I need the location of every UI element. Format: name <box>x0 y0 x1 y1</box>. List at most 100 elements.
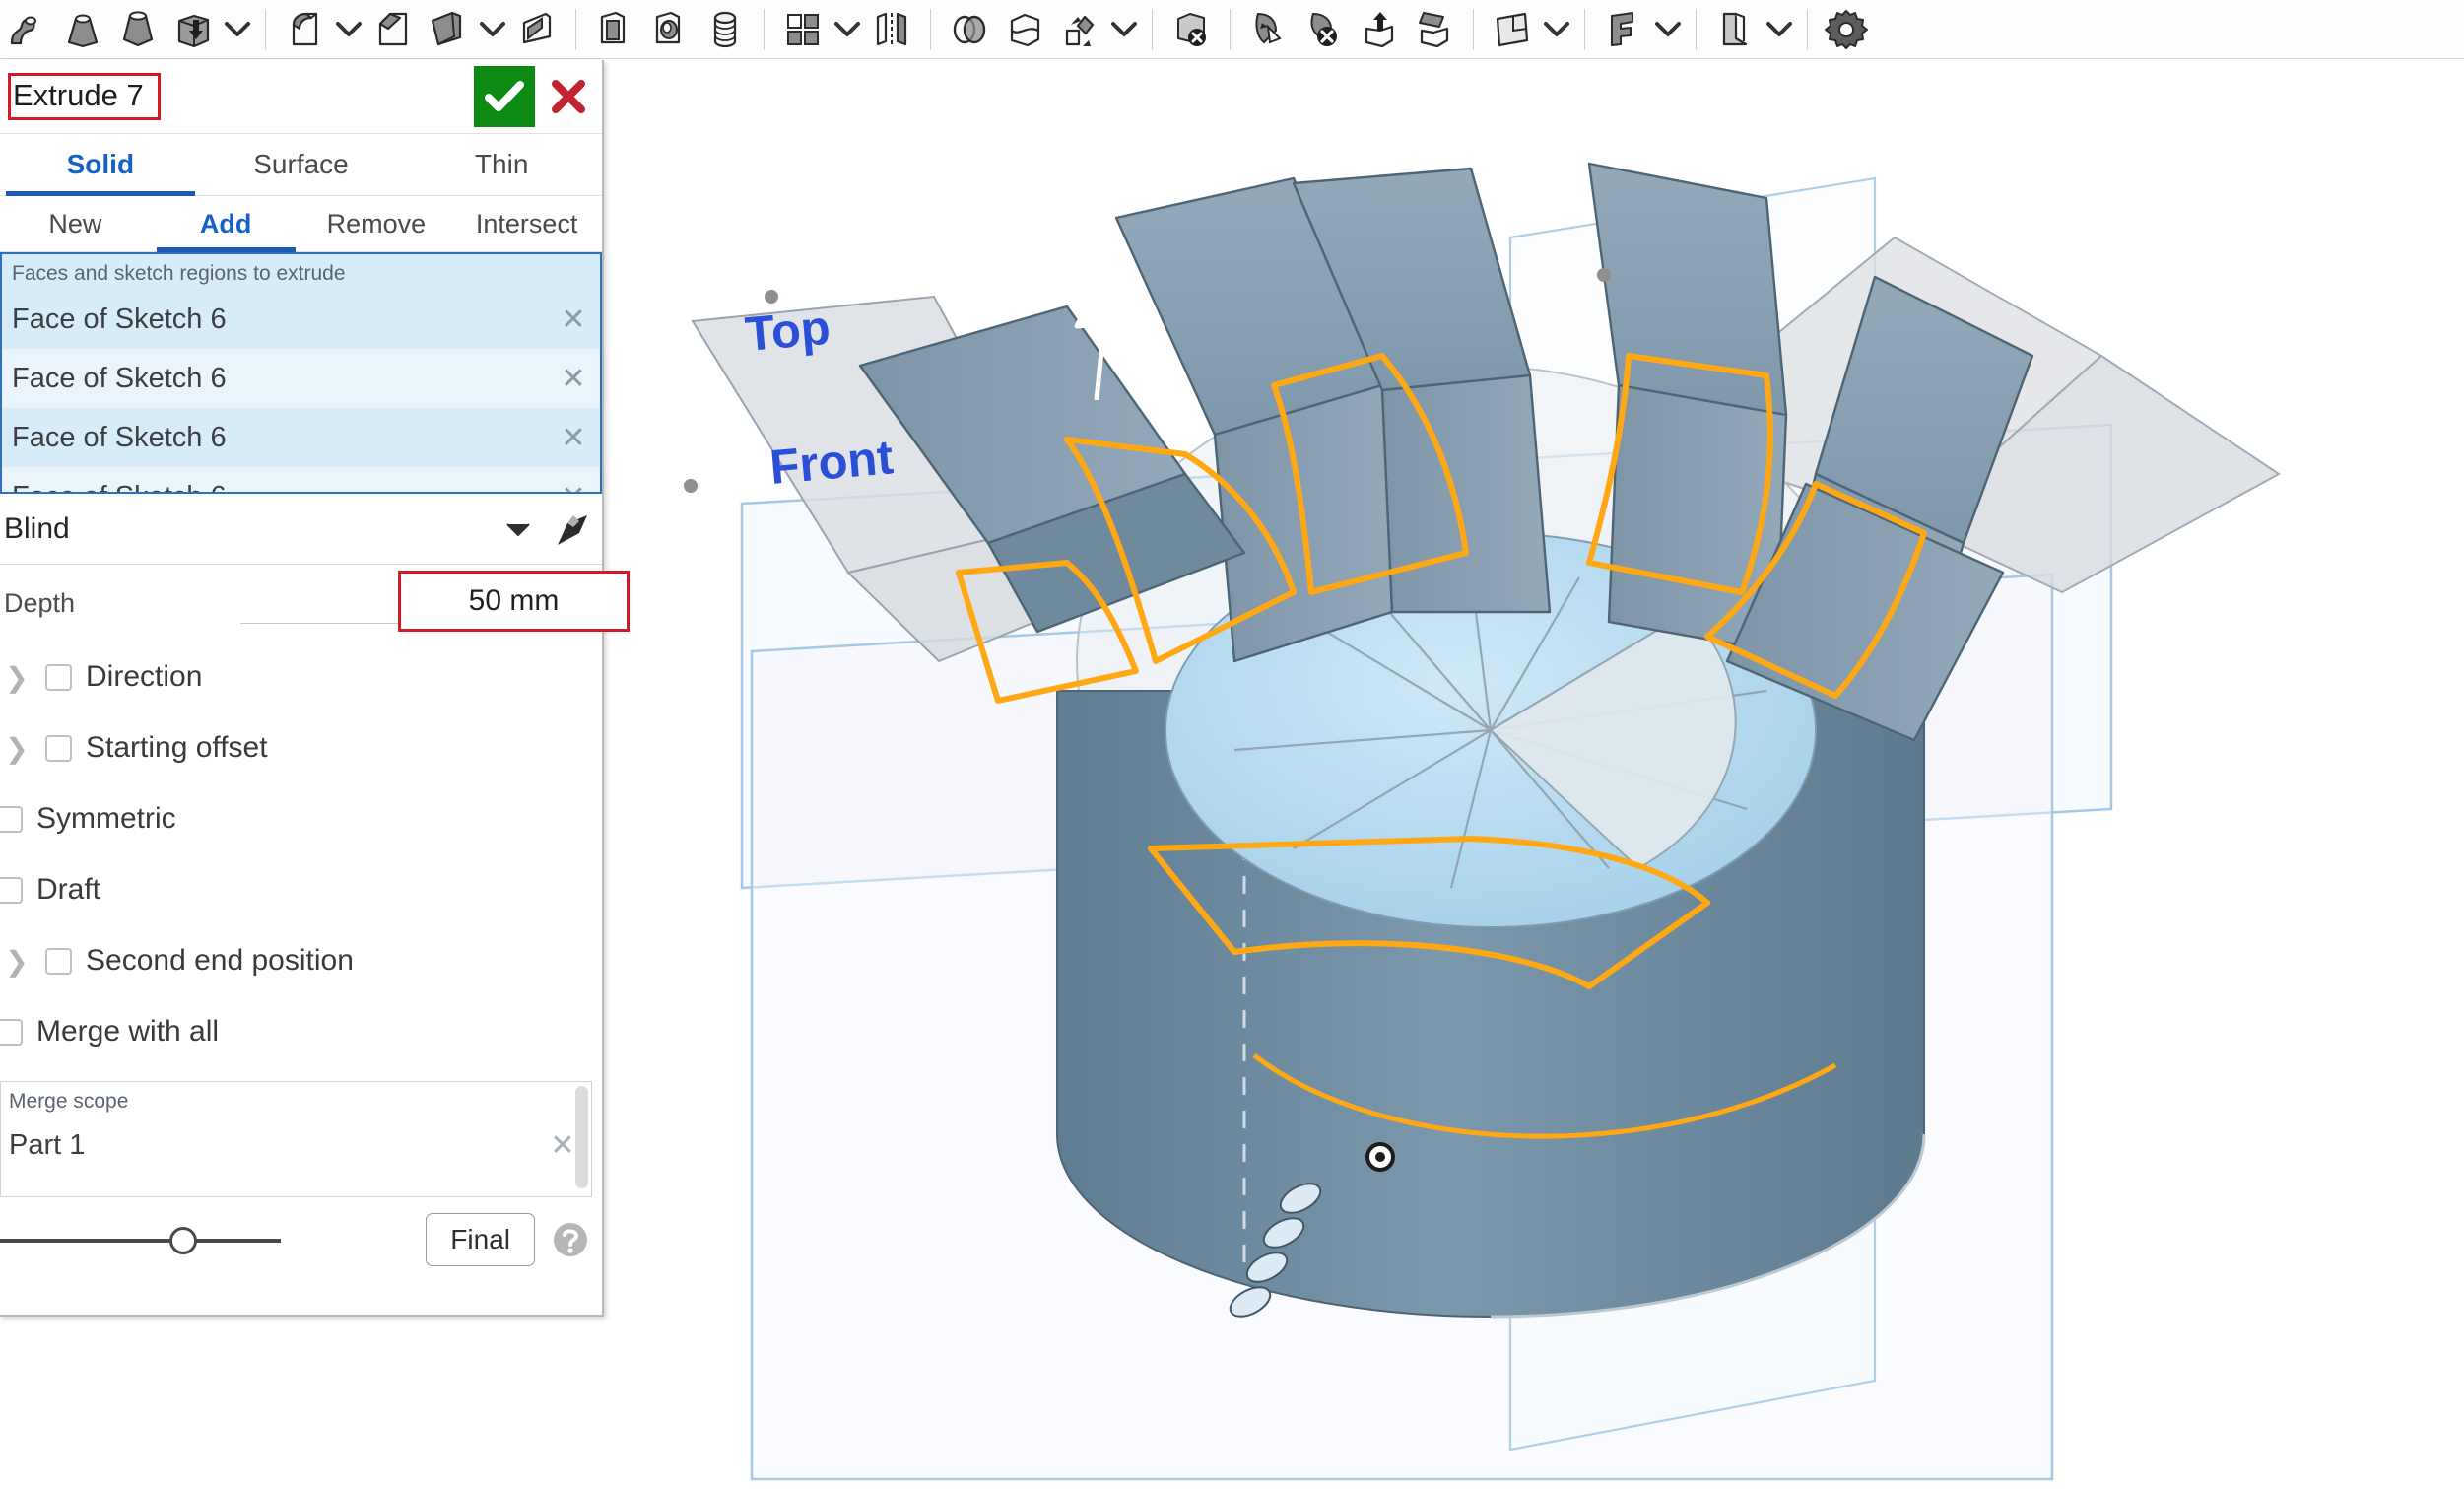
pattern-icon[interactable] <box>775 2 831 57</box>
second-end-position-checkbox[interactable] <box>45 947 72 975</box>
draft-icon[interactable] <box>421 2 476 57</box>
toolbar-divider <box>1807 8 1808 50</box>
merge-scope-panel[interactable]: Merge scope Part 1 ✕ <box>0 1081 592 1197</box>
plane-label-front[interactable]: Front <box>767 431 895 495</box>
mirror-icon[interactable] <box>864 2 919 57</box>
starting-offset-checkbox[interactable] <box>45 734 72 762</box>
end-condition-row[interactable]: Blind <box>0 494 602 565</box>
chevron-right-icon[interactable]: ❯ <box>2 712 32 783</box>
final-quality-button[interactable]: Final <box>426 1213 535 1266</box>
close-icon[interactable]: ✕ <box>559 303 588 337</box>
merge-with-all-checkbox[interactable] <box>0 1018 23 1046</box>
merge-scope-item[interactable]: Part 1 ✕ <box>1 1116 591 1175</box>
option-label: Symmetric <box>36 802 176 835</box>
chevron-down-icon[interactable] <box>1651 2 1685 57</box>
option-label: Second end position <box>86 944 354 977</box>
sweep-icon[interactable] <box>0 2 55 57</box>
chevron-right-icon[interactable]: ❯ <box>2 925 32 996</box>
tab-thin[interactable]: Thin <box>401 134 602 195</box>
option-symmetric[interactable]: Symmetric <box>0 783 602 854</box>
plane-label-top[interactable]: Top <box>743 302 832 362</box>
3d-viewport[interactable]: Top Front <box>604 60 2464 1489</box>
plane-icon[interactable] <box>1485 2 1540 57</box>
hole-icon[interactable] <box>642 2 698 57</box>
option-starting-offset[interactable]: ❯ Starting offset <box>0 712 602 783</box>
chevron-down-icon[interactable] <box>1107 2 1141 57</box>
close-icon[interactable]: ✕ <box>559 421 588 455</box>
fillet-icon[interactable] <box>277 2 332 57</box>
chevron-down-icon[interactable] <box>496 520 541 538</box>
select-direction-icon[interactable] <box>541 508 602 551</box>
transform-icon[interactable] <box>1052 2 1107 57</box>
tab-remove[interactable]: Remove <box>301 196 452 251</box>
selection-item-label: Face of Sketch 6 <box>12 481 559 493</box>
tab-new[interactable]: New <box>0 196 151 251</box>
selection-item-label: Face of Sketch 6 <box>12 421 227 453</box>
depth-input[interactable] <box>398 571 630 632</box>
toolbar-divider <box>265 8 266 50</box>
chevron-down-icon[interactable] <box>332 2 366 57</box>
enclose-icon[interactable] <box>1407 2 1462 57</box>
rib-icon[interactable] <box>509 2 565 57</box>
x-icon <box>552 80 585 113</box>
settings-gear-icon[interactable] <box>1819 2 1874 57</box>
selection-item[interactable]: Face of Sketch 6 ✕ <box>2 467 600 493</box>
chamfer-icon[interactable] <box>366 2 421 57</box>
thread-icon[interactable] <box>698 2 753 57</box>
tab-solid[interactable]: Solid <box>0 134 201 196</box>
split-icon[interactable] <box>997 2 1052 57</box>
option-draft[interactable]: Draft <box>0 854 602 925</box>
chevron-right-icon[interactable]: ❯ <box>2 642 32 712</box>
confirm-button[interactable] <box>474 66 535 127</box>
extrude-down-icon[interactable] <box>166 2 221 57</box>
toolbar-divider <box>1473 8 1474 50</box>
merge-scope-scrollbar[interactable] <box>575 1086 588 1188</box>
close-icon[interactable]: ✕ <box>548 1128 577 1163</box>
direction-checkbox[interactable] <box>45 663 72 691</box>
loft-icon[interactable] <box>55 2 110 57</box>
sheet-metal-icon[interactable] <box>1707 2 1763 57</box>
onshape-window: Top Front Extrude 7 Solid Surface Thin N… <box>0 0 2464 1489</box>
selection-item[interactable]: Face of Sketch 6 ✕ <box>2 408 600 467</box>
tab-intersect[interactable]: Intersect <box>451 196 602 251</box>
offset-surface-icon[interactable] <box>1352 2 1407 57</box>
delete-face-icon[interactable] <box>1297 2 1352 57</box>
chevron-down-icon[interactable] <box>1763 2 1796 57</box>
faces-selection-list[interactable]: Faces and sketch regions to extrude Face… <box>0 252 602 494</box>
symmetric-checkbox[interactable] <box>0 805 23 833</box>
chevron-down-icon[interactable] <box>221 2 254 57</box>
delete-part-icon[interactable] <box>1164 2 1219 57</box>
feature-name-input[interactable] <box>8 73 161 120</box>
option-label: Merge with all <box>36 1015 220 1048</box>
tab-surface[interactable]: Surface <box>201 134 402 195</box>
quality-slider[interactable] <box>0 1220 281 1259</box>
dialog-title-row <box>0 60 602 134</box>
origin-icon[interactable] <box>1365 1142 1395 1172</box>
help-icon[interactable] <box>551 1220 590 1259</box>
slider-knob[interactable] <box>169 1227 197 1254</box>
depth-field-wrapper <box>240 565 630 642</box>
option-second-end-position[interactable]: ❯ Second end position <box>0 925 602 996</box>
depth-row: Depth <box>0 565 630 642</box>
taper-icon[interactable] <box>110 2 166 57</box>
end-condition-value[interactable]: Blind <box>4 512 496 546</box>
selection-item[interactable]: Face of Sketch 6 ✕ <box>2 349 600 408</box>
operation-tab-row: New Add Remove Intersect <box>0 196 602 252</box>
sketch-feature-icon[interactable] <box>1596 2 1651 57</box>
chevron-down-icon[interactable] <box>1540 2 1573 57</box>
close-icon[interactable]: ✕ <box>559 480 588 493</box>
chevron-down-icon[interactable] <box>476 2 509 57</box>
type-tab-row: Solid Surface Thin <box>0 134 602 196</box>
model-canvas[interactable]: Top Front <box>604 60 2464 1489</box>
tab-add[interactable]: Add <box>151 196 301 252</box>
draft-checkbox[interactable] <box>0 876 23 904</box>
move-face-icon[interactable] <box>1241 2 1297 57</box>
option-merge-with-all[interactable]: Merge with all <box>0 996 602 1067</box>
shell-icon[interactable] <box>587 2 642 57</box>
option-direction[interactable]: ❯ Direction <box>0 642 602 712</box>
chevron-down-icon[interactable] <box>831 2 864 57</box>
boolean-icon[interactable] <box>942 2 997 57</box>
selection-item[interactable]: Face of Sketch 6 ✕ <box>2 290 600 349</box>
close-icon[interactable]: ✕ <box>559 362 588 396</box>
cancel-button[interactable] <box>535 66 602 127</box>
